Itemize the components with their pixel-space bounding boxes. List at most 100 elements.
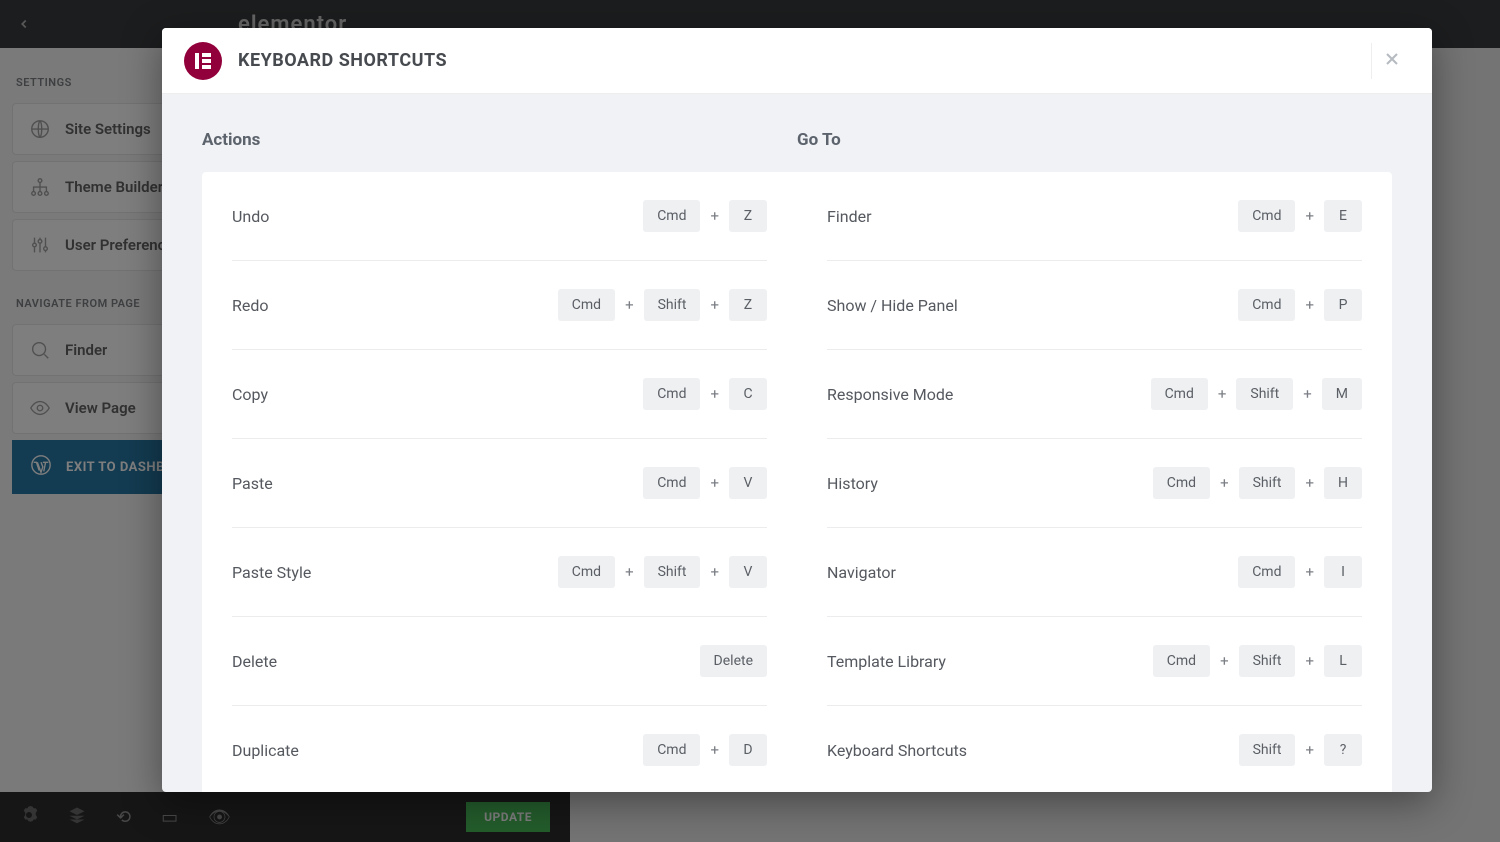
shortcut-label: Undo: [232, 207, 269, 226]
key-separator: +: [1305, 741, 1314, 759]
keyboard-key: Cmd: [643, 467, 700, 499]
shortcut-keys: Cmd + P: [1238, 289, 1362, 321]
shortcut-label: Paste: [232, 474, 273, 493]
keyboard-key: Cmd: [1238, 289, 1295, 321]
shortcut-label: Keyboard Shortcuts: [827, 741, 967, 760]
shortcut-row: Responsive Mode Cmd + Shift + M: [827, 350, 1362, 439]
keyboard-key: Cmd: [1153, 467, 1210, 499]
keyboard-key: Cmd: [643, 378, 700, 410]
shortcut-keys: Shift +?: [1239, 734, 1362, 766]
shortcut-keys: Cmd + Shift + L: [1153, 645, 1362, 677]
keyboard-key: E: [1324, 200, 1362, 232]
modal-header: KEYBOARD SHORTCUTS: [162, 28, 1432, 94]
key-separator: +: [1305, 296, 1314, 314]
key-separator: +: [710, 741, 719, 759]
keyboard-key: Cmd: [1238, 200, 1295, 232]
shortcut-label: Paste Style: [232, 563, 311, 582]
shortcut-keys: Cmd + V: [643, 467, 767, 499]
shortcut-label: Redo: [232, 296, 269, 315]
shortcut-row: Finder Cmd + E: [827, 172, 1362, 261]
shortcut-row: CopyCmd+C: [232, 350, 767, 439]
keyboard-shortcuts-modal: KEYBOARD SHORTCUTS Actions Go To Undo Cmd…: [162, 28, 1432, 792]
shortcut-keys: Cmd + I: [1238, 556, 1362, 588]
shortcut-label: Template Library: [827, 652, 946, 671]
keyboard-key: H: [1324, 467, 1362, 499]
key-separator: +: [1220, 652, 1229, 670]
shortcuts-table: UndoCmd+ZRedoCmd+Shift+ZCopyCmd+CPasteCm…: [202, 172, 1392, 792]
key-separator: +: [625, 563, 634, 581]
keyboard-key: Cmd: [1151, 378, 1208, 410]
shortcut-keys: Cmd + Shift + V: [558, 556, 767, 588]
key-separator: +: [1305, 474, 1314, 492]
key-separator: +: [710, 385, 719, 403]
shortcut-row: Paste Style Cmd + Shift + V: [232, 528, 767, 617]
shortcut-keys: Cmd + Z: [643, 200, 767, 232]
keyboard-key: Shift: [1239, 734, 1296, 766]
shortcut-label: Delete: [232, 652, 277, 671]
shortcut-row: Paste Cmd + V: [232, 439, 767, 528]
key-separator: +: [1220, 474, 1229, 492]
shortcut-row: Undo Cmd + Z: [232, 172, 767, 261]
keyboard-key: V: [729, 556, 767, 588]
elementor-logo-icon: [184, 42, 222, 80]
key-separator: +: [1305, 563, 1314, 581]
modal-title: KEYBOARD SHORTCUTS: [238, 50, 447, 71]
shortcut-label: Responsive Mode: [827, 385, 953, 404]
key-separator: +: [1305, 207, 1314, 225]
key-separator: +: [710, 563, 719, 581]
column-header-actions: Actions: [202, 130, 260, 150]
shortcut-row: Keyboard Shortcuts Shift +?: [827, 706, 1362, 792]
shortcut-keys: Cmd + Shift + H: [1153, 467, 1362, 499]
key-separator: +: [710, 296, 719, 314]
shortcut-label: Finder: [827, 207, 872, 226]
shortcut-label: Show / Hide Panel: [827, 296, 958, 315]
keyboard-key: L: [1324, 645, 1362, 677]
keyboard-key: Cmd: [1238, 556, 1295, 588]
key-separator: +: [1303, 385, 1312, 403]
keyboard-key: D: [729, 734, 767, 766]
keyboard-key: I: [1324, 556, 1362, 588]
keyboard-key: M: [1322, 378, 1362, 410]
shortcut-row: Duplicate Cmd + D: [232, 706, 767, 792]
key-separator: +: [1218, 385, 1227, 403]
keyboard-key: Cmd: [558, 289, 615, 321]
shortcut-label: Duplicate: [232, 741, 299, 760]
shortcut-keys: Cmd + Shift + M: [1151, 378, 1362, 410]
keyboard-key: P: [1324, 289, 1362, 321]
keyboard-key: Delete: [700, 645, 767, 677]
shortcut-keys: Delete: [700, 645, 767, 677]
shortcut-row: History Cmd + Shift + H: [827, 439, 1362, 528]
keyboard-key: Shift: [644, 289, 701, 321]
key-separator: +: [710, 207, 719, 225]
keyboard-key: Shift: [644, 556, 701, 588]
shortcut-keys: Cmd + Shift + Z: [558, 289, 767, 321]
shortcut-row: Show / Hide Panel Cmd + P: [827, 261, 1362, 350]
shortcut-row: Navigator Cmd + I: [827, 528, 1362, 617]
key-separator: +: [1305, 652, 1314, 670]
shortcut-keys: Cmd+C: [643, 378, 767, 410]
keyboard-key: Cmd: [643, 200, 700, 232]
keyboard-key: Cmd: [643, 734, 700, 766]
keyboard-key: Cmd: [1153, 645, 1210, 677]
keyboard-key: Z: [729, 200, 767, 232]
modal-body: Actions Go To Undo Cmd + Z Redo Cmd + Shift + Z Co…: [162, 94, 1432, 792]
keyboard-key: Shift: [1239, 467, 1296, 499]
shortcut-label: History: [827, 474, 878, 493]
keyboard-key: ?: [1324, 734, 1362, 766]
shortcut-row: Delete Delete: [232, 617, 767, 706]
shortcut-label: Navigator: [827, 563, 896, 582]
column-header-goto: Go To: [797, 130, 841, 150]
shortcut-keys: Cmd + E: [1238, 200, 1362, 232]
shortcut-row: Redo Cmd + Shift + Z: [232, 261, 767, 350]
keyboard-key: Cmd: [558, 556, 615, 588]
shortcut-keys: Cmd + D: [643, 734, 767, 766]
key-separator: +: [625, 296, 634, 314]
key-separator: +: [710, 474, 719, 492]
close-icon[interactable]: [1371, 43, 1412, 79]
shortcut-label: Copy: [232, 385, 268, 404]
keyboard-key: Z: [729, 289, 767, 321]
keyboard-key: Shift: [1239, 645, 1296, 677]
shortcut-row: Template Library Cmd + Shift + L: [827, 617, 1362, 706]
keyboard-key: V: [729, 467, 767, 499]
keyboard-key: Shift: [1236, 378, 1293, 410]
